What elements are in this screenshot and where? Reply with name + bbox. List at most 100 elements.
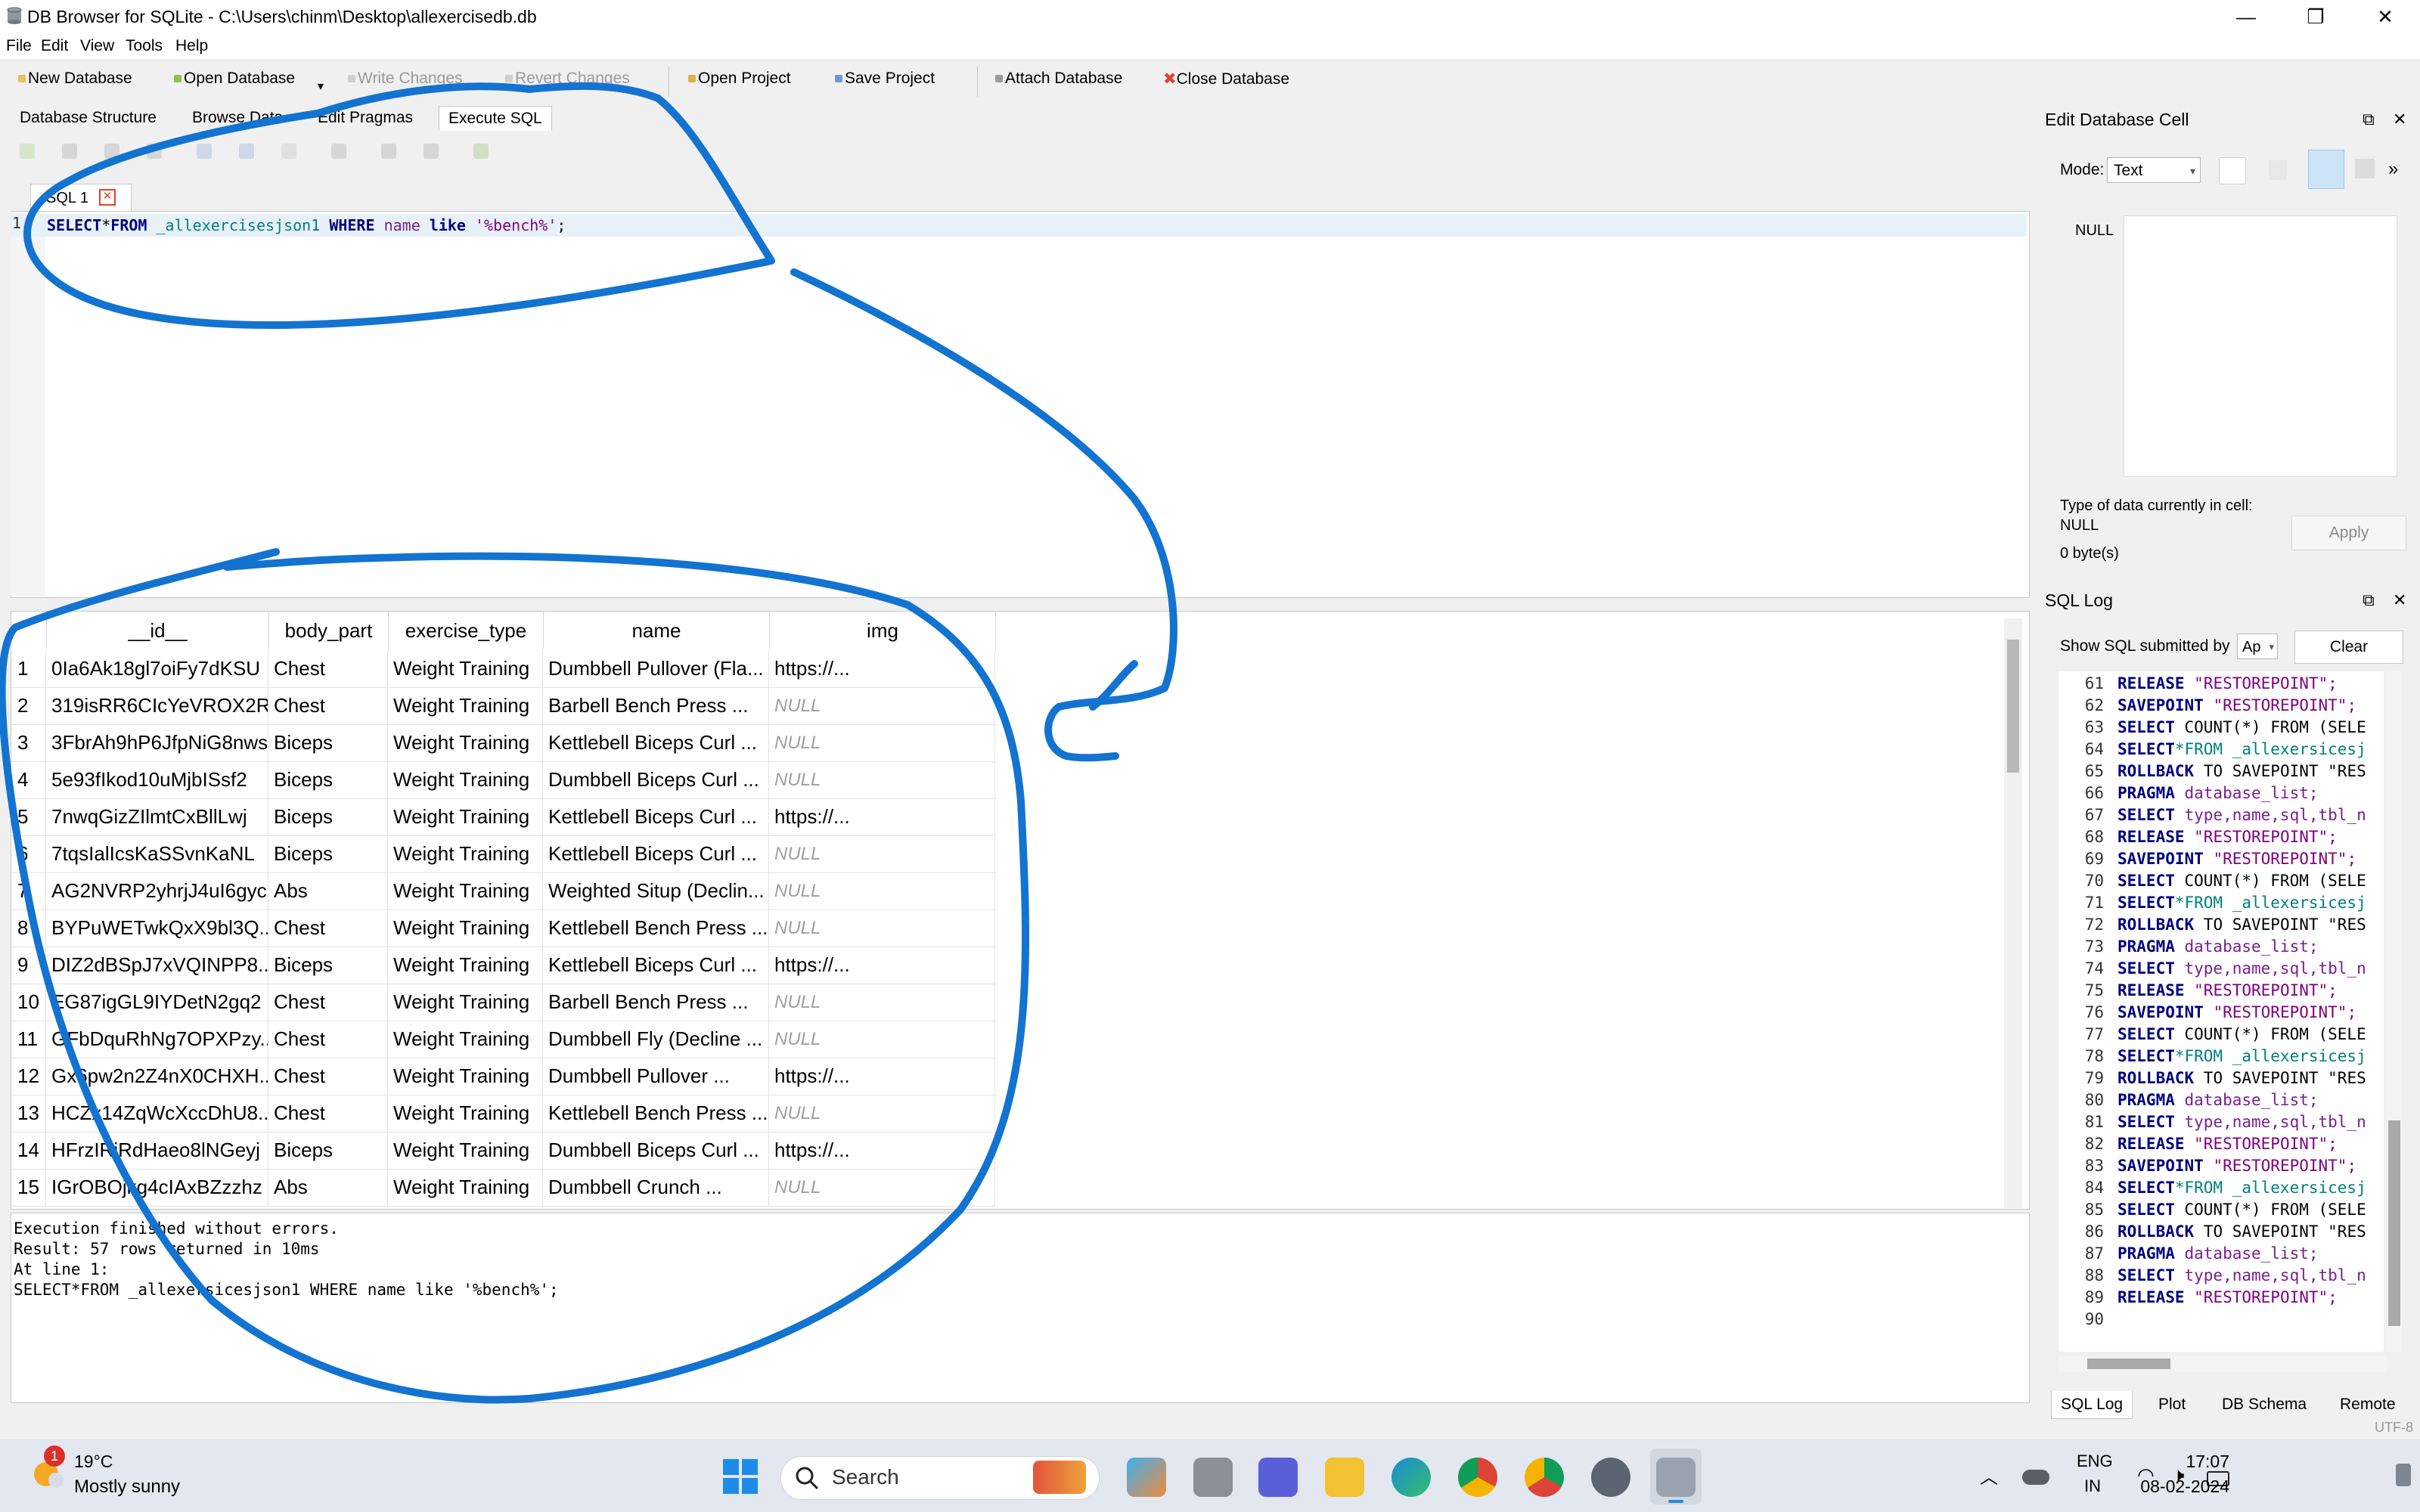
- weather-description[interactable]: Mostly sunny: [74, 1476, 180, 1498]
- file-explorer-icon[interactable]: [1325, 1458, 1364, 1497]
- cell-name[interactable]: Barbell Bench Press ...: [544, 984, 769, 1021]
- close-dock-icon[interactable]: ✕: [2393, 587, 2406, 614]
- cell-id[interactable]: 0Ia6Ak18gl7oiFy7dKSU: [47, 650, 268, 687]
- apply-button[interactable]: Apply: [2291, 516, 2406, 550]
- row-number[interactable]: 13: [11, 1095, 46, 1132]
- table-row[interactable]: 4 5e93fIkod10uMjbISsf2 Biceps Weight Traini…: [11, 761, 996, 799]
- comment-block-icon[interactable]: [473, 144, 489, 159]
- chrome-icon[interactable]: [1458, 1458, 1497, 1497]
- windows-start-icon[interactable]: [721, 1458, 759, 1495]
- table-row[interactable]: 5 7nwqGizZIlmtCxBllLwj Biceps Weight Traini…: [11, 798, 996, 836]
- sql-query-text[interactable]: SELECT*FROM _allexercisesjson1 WHERE nam…: [47, 216, 566, 234]
- table-row[interactable]: 10 EG87igGL9IYDetN2gq2 Chest Weight Trainin…: [11, 984, 996, 1021]
- menu-help[interactable]: Help: [175, 37, 208, 55]
- cell-body-part[interactable]: Biceps: [269, 724, 388, 761]
- log-hscroll-thumb[interactable]: [2087, 1359, 2170, 1369]
- results-scrollbar-thumb[interactable]: [2007, 640, 2019, 773]
- close-dock-icon[interactable]: ✕: [2393, 106, 2406, 133]
- word-wrap-icon[interactable]: [2308, 150, 2344, 189]
- float-dock-icon[interactable]: ⧉: [2363, 106, 2375, 133]
- cell-id[interactable]: AG2NVRP2yhrjJ4uI6gyc: [47, 872, 268, 909]
- cell-body-part[interactable]: Chest: [269, 1095, 388, 1132]
- cell-editor[interactable]: [2124, 215, 2397, 477]
- cell-id[interactable]: HCZx14ZqWcXccDhU8...: [47, 1095, 268, 1132]
- cell-img[interactable]: NULL: [770, 761, 995, 798]
- more-tools-icon[interactable]: »: [2388, 159, 2398, 180]
- revert-changes-button[interactable]: Revert Changes: [505, 70, 630, 88]
- row-number[interactable]: 9: [11, 947, 46, 984]
- execute-all-icon[interactable]: [197, 144, 212, 159]
- cell-id[interactable]: HFrzIRjRdHaeo8lNGeyj: [47, 1132, 268, 1169]
- tab-browse-data[interactable]: Browse Data: [183, 106, 292, 130]
- cell-body-part[interactable]: Biceps: [269, 835, 388, 872]
- open-sql-file-icon[interactable]: [62, 144, 77, 159]
- table-row[interactable]: 12 Gx6pw2n2Z4nX0CHXH... Chest Weight Traini…: [11, 1058, 996, 1095]
- cell-id[interactable]: BYPuWETwkQxX9bl3Q...: [47, 909, 268, 947]
- float-dock-icon[interactable]: ⧉: [2363, 587, 2375, 614]
- cell-body-part[interactable]: Chest: [269, 687, 388, 724]
- onedrive-cloud-icon[interactable]: [2022, 1470, 2049, 1485]
- menu-view[interactable]: View: [80, 37, 114, 55]
- row-number[interactable]: 12: [11, 1058, 46, 1095]
- table-row[interactable]: 2 319isRR6CIcYeVROX2Rs Chest Weight Trainin…: [11, 687, 996, 725]
- save-results-icon[interactable]: [331, 144, 346, 159]
- menu-file[interactable]: File: [6, 37, 32, 55]
- cell-img[interactable]: NULL: [770, 835, 995, 872]
- menu-tools[interactable]: Tools: [126, 37, 163, 55]
- cell-name[interactable]: Barbell Bench Press ...: [544, 687, 769, 724]
- cell-name[interactable]: Kettlebell Bench Press ...: [544, 1095, 769, 1132]
- row-number[interactable]: 11: [11, 1021, 46, 1058]
- row-number[interactable]: 3: [11, 724, 46, 761]
- column-header-exercise-type[interactable]: exercise_type: [389, 612, 544, 649]
- language-region[interactable]: IN: [2084, 1476, 2101, 1496]
- log-scroll-thumb[interactable]: [2388, 1120, 2400, 1326]
- row-number[interactable]: 5: [11, 798, 46, 835]
- table-row[interactable]: 14 HFrzIRjRdHaeo8lNGeyj Biceps Weight Train…: [11, 1132, 996, 1170]
- sql-log-text[interactable]: 61 RELEASE "RESTOREPOINT"; 62 SAVEPOINT "RE…: [2059, 671, 2384, 1352]
- cell-exercise-type[interactable]: Weight Training: [389, 1058, 543, 1095]
- notification-icon[interactable]: [2396, 1464, 2411, 1486]
- cell-img[interactable]: https://...: [770, 1132, 995, 1169]
- find-replace-icon[interactable]: [424, 144, 439, 159]
- cell-img[interactable]: NULL: [770, 872, 995, 909]
- open-project-button[interactable]: Open Project: [688, 70, 791, 88]
- table-row[interactable]: 9 DIZ2dBSpJ7xVQINPP8... Biceps Weight Train…: [11, 947, 996, 984]
- save-project-button[interactable]: Save Project: [835, 70, 935, 88]
- row-number[interactable]: 2: [11, 687, 46, 724]
- cell-exercise-type[interactable]: Weight Training: [389, 650, 543, 687]
- table-row[interactable]: 15 IGrOBOjkg4cIAxBZzzhz Abs Weight Training…: [11, 1169, 996, 1207]
- cell-img[interactable]: https://...: [770, 1058, 995, 1095]
- cell-exercise-type[interactable]: Weight Training: [389, 798, 543, 835]
- cell-id[interactable]: 319isRR6CIcYeVROX2Rs: [47, 687, 268, 724]
- maximize-button[interactable]: ❐: [2281, 0, 2350, 33]
- cell-body-part[interactable]: Abs: [269, 872, 388, 909]
- auto-format-icon[interactable]: [2219, 157, 2246, 184]
- column-header-id[interactable]: __id__: [47, 612, 269, 649]
- cell-body-part[interactable]: Biceps: [269, 947, 388, 984]
- cell-img[interactable]: https://...: [770, 650, 995, 687]
- menu-edit[interactable]: Edit: [41, 37, 68, 55]
- chrome-profile-icon[interactable]: [1525, 1458, 1564, 1497]
- cell-exercise-type[interactable]: Weight Training: [389, 835, 543, 872]
- cell-body-part[interactable]: Chest: [269, 650, 388, 687]
- close-database-button[interactable]: ✖Close Database: [1163, 70, 1289, 88]
- write-changes-button[interactable]: Write Changes: [348, 70, 463, 88]
- dock-tab-sql-log[interactable]: SQL Log: [2051, 1391, 2133, 1419]
- new-database-button[interactable]: New Database: [18, 70, 132, 88]
- cell-body-part[interactable]: Biceps: [269, 1132, 388, 1169]
- cell-img[interactable]: NULL: [770, 687, 995, 724]
- cell-exercise-type[interactable]: Weight Training: [389, 1095, 543, 1132]
- cell-name[interactable]: Dumbbell Pullover (Fla...: [544, 650, 769, 687]
- sql-source-select[interactable]: Ap ▾: [2237, 634, 2278, 659]
- open-database-button[interactable]: Open Database: [174, 70, 295, 88]
- copilot-icon[interactable]: [1127, 1458, 1166, 1497]
- table-row[interactable]: 6 7tqsIalIcsKaSSvnKaNL Biceps Weight Traini…: [11, 835, 996, 873]
- row-number[interactable]: 4: [11, 761, 46, 798]
- cell-id[interactable]: 3FbrAh9hP6JfpNiG8nws: [47, 724, 268, 761]
- task-view-icon[interactable]: [1193, 1458, 1233, 1497]
- row-number[interactable]: 15: [11, 1169, 46, 1206]
- cell-name[interactable]: Dumbbell Crunch ...: [544, 1169, 769, 1206]
- cell-exercise-type[interactable]: Weight Training: [389, 687, 543, 724]
- table-row[interactable]: 13 HCZx14ZqWcXccDhU8... Chest Weight Traini…: [11, 1095, 996, 1132]
- chevron-up-icon[interactable]: ︿: [1980, 1462, 1998, 1489]
